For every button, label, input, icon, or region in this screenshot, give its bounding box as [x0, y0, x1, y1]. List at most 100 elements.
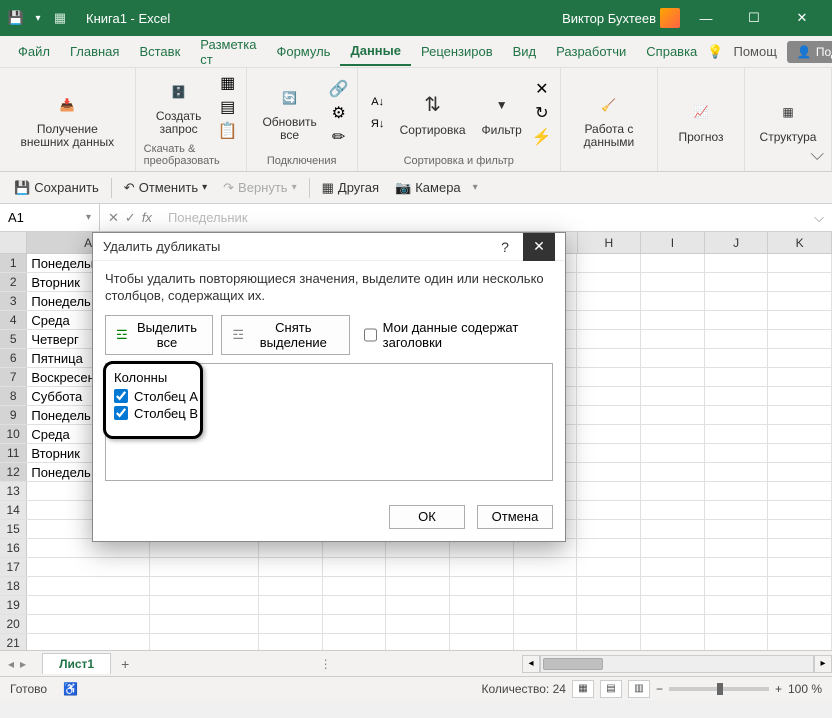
cell[interactable]	[577, 254, 641, 272]
cell[interactable]	[768, 406, 832, 424]
advanced-filter-icon[interactable]: ⚡	[532, 127, 552, 147]
cell[interactable]	[323, 577, 387, 595]
row-header[interactable]: 2	[0, 273, 27, 291]
dialog-titlebar[interactable]: Удалить дубликаты ? ✕	[93, 233, 565, 261]
cell[interactable]	[705, 482, 769, 500]
cell[interactable]	[323, 634, 387, 650]
cell[interactable]	[27, 558, 149, 576]
cell[interactable]	[705, 425, 769, 443]
table-row[interactable]: 21	[0, 634, 832, 650]
dialog-help-button[interactable]: ?	[489, 233, 521, 261]
col-header[interactable]: J	[705, 232, 769, 253]
cell[interactable]	[768, 482, 832, 500]
cell[interactable]	[705, 539, 769, 557]
cell[interactable]	[577, 615, 641, 633]
cell[interactable]	[150, 558, 260, 576]
zoom-level[interactable]: 100 %	[788, 682, 822, 696]
row-header[interactable]: 8	[0, 387, 27, 405]
cell[interactable]	[705, 349, 769, 367]
maximize-button[interactable]: ☐	[732, 0, 776, 36]
zoom-in-icon[interactable]: +	[775, 682, 782, 696]
cell[interactable]	[768, 387, 832, 405]
cell[interactable]	[705, 444, 769, 462]
show-queries-icon[interactable]: ▦	[218, 73, 238, 93]
expand-formula-bar-icon[interactable]: ⌵	[806, 210, 832, 226]
minimize-button[interactable]: —	[684, 0, 728, 36]
cell[interactable]	[514, 596, 578, 614]
cell[interactable]	[386, 558, 450, 576]
next-sheet-icon[interactable]: ▸	[18, 657, 28, 671]
properties-icon[interactable]: ⚙	[329, 103, 349, 123]
qat-save[interactable]: 💾Сохранить	[10, 178, 103, 198]
share-button[interactable]: 👤Поделиться	[787, 41, 832, 63]
cell[interactable]	[768, 444, 832, 462]
cell[interactable]	[577, 273, 641, 291]
forecast-button[interactable]: 📈 Прогноз	[666, 86, 736, 154]
row-header[interactable]: 4	[0, 311, 27, 329]
cell[interactable]	[641, 596, 705, 614]
qat-undo[interactable]: ↶Отменить▾	[120, 178, 211, 198]
cell[interactable]	[641, 463, 705, 481]
cell[interactable]	[705, 520, 769, 538]
row-header[interactable]: 12	[0, 463, 27, 481]
cell[interactable]	[514, 558, 578, 576]
column-b-row[interactable]: Столбец B	[114, 406, 544, 421]
row-header[interactable]: 6	[0, 349, 27, 367]
cell[interactable]	[641, 273, 705, 291]
cell[interactable]	[577, 349, 641, 367]
cell[interactable]	[641, 349, 705, 367]
row-header[interactable]: 15	[0, 520, 27, 538]
view-normal-icon[interactable]: ▦	[572, 680, 594, 698]
cell[interactable]	[577, 368, 641, 386]
table-row[interactable]: 17	[0, 558, 832, 577]
column-a-row[interactable]: Столбец A	[114, 389, 544, 404]
cell[interactable]	[768, 330, 832, 348]
tab-insert[interactable]: Вставк	[129, 38, 190, 65]
data-tools-button[interactable]: 🧹 Работа с данными	[569, 86, 649, 154]
cell[interactable]	[323, 558, 387, 576]
cell[interactable]	[705, 406, 769, 424]
cell[interactable]	[577, 539, 641, 557]
cell[interactable]	[641, 425, 705, 443]
save-icon[interactable]: 💾	[8, 10, 24, 26]
cell[interactable]	[577, 406, 641, 424]
cell[interactable]	[577, 425, 641, 443]
cell[interactable]	[768, 596, 832, 614]
prev-sheet-icon[interactable]: ◂	[6, 657, 16, 671]
cell[interactable]	[27, 615, 149, 633]
tab-help[interactable]: Справка	[636, 38, 707, 65]
cell[interactable]	[386, 615, 450, 633]
select-all-button[interactable]: ☲Выделить все	[105, 315, 213, 355]
cell[interactable]	[705, 577, 769, 595]
cell[interactable]	[514, 634, 578, 650]
cell[interactable]	[641, 330, 705, 348]
cell[interactable]	[641, 558, 705, 576]
collapse-ribbon-icon[interactable]: ⌵	[810, 144, 824, 165]
cell[interactable]	[150, 634, 260, 650]
cell[interactable]	[514, 615, 578, 633]
cell[interactable]	[259, 634, 323, 650]
cell[interactable]	[705, 558, 769, 576]
cell[interactable]	[641, 292, 705, 310]
qat-redo[interactable]: ↷Вернуть▾	[219, 178, 300, 198]
cell[interactable]	[641, 520, 705, 538]
view-pagelayout-icon[interactable]: ▤	[600, 680, 622, 698]
cell[interactable]	[768, 539, 832, 557]
cell[interactable]	[705, 501, 769, 519]
avatar[interactable]	[660, 8, 680, 28]
cell[interactable]	[705, 273, 769, 291]
sheet-tab-active[interactable]: Лист1	[42, 653, 111, 674]
cell[interactable]	[768, 558, 832, 576]
cell[interactable]	[641, 577, 705, 595]
cell[interactable]	[450, 596, 514, 614]
cell[interactable]	[768, 368, 832, 386]
cell[interactable]	[768, 577, 832, 595]
row-header[interactable]: 14	[0, 501, 27, 519]
cell[interactable]	[768, 254, 832, 272]
cell[interactable]	[768, 425, 832, 443]
cell[interactable]	[705, 368, 769, 386]
recent-sources-icon[interactable]: 📋	[218, 121, 238, 141]
scroll-thumb[interactable]	[543, 658, 603, 670]
cell[interactable]	[641, 634, 705, 650]
cell[interactable]	[641, 254, 705, 272]
